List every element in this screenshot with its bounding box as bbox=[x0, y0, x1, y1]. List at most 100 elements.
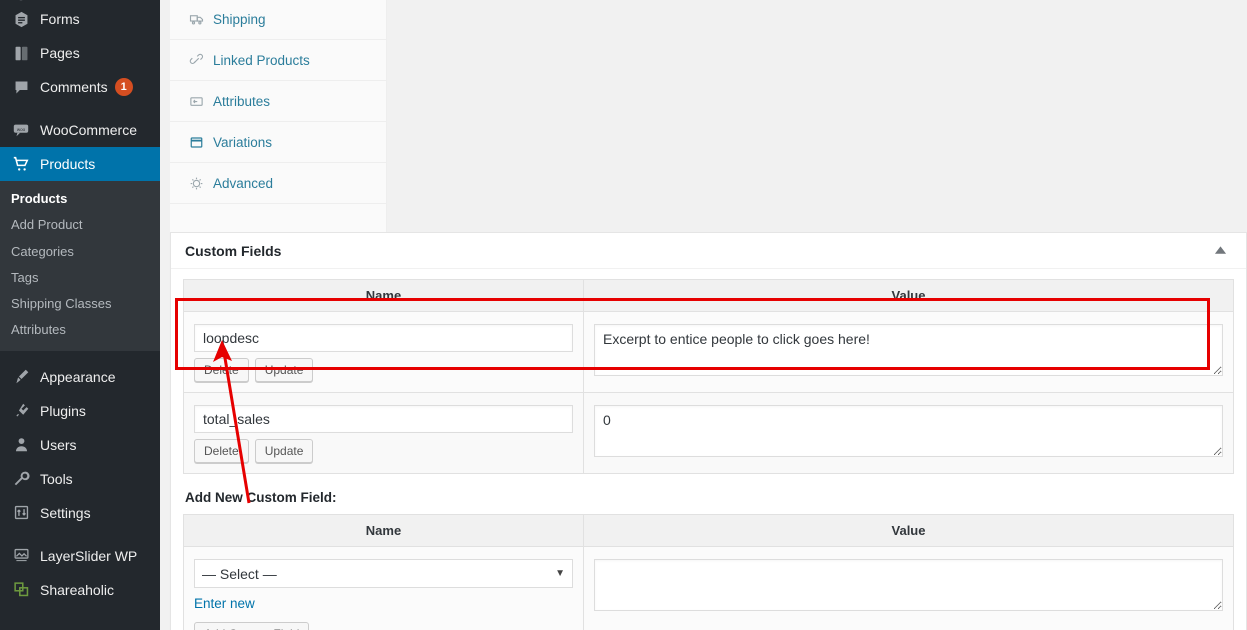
sidebar-item-label: Appearance bbox=[40, 368, 116, 385]
sidebar-subitem-products[interactable]: Products bbox=[0, 186, 160, 212]
add-new-table-body: — Select — ▼ Enter new Add Custom Field bbox=[183, 546, 1234, 630]
sidebar-item-label: Shareaholic bbox=[40, 581, 114, 598]
sidebar-item-users[interactable]: Users bbox=[0, 428, 160, 462]
product-tab-label: Linked Products bbox=[213, 52, 310, 68]
main-content: Shipping Linked Products Attributes Vari… bbox=[160, 0, 1247, 630]
sidebar-item-forms[interactable]: Forms bbox=[0, 2, 160, 36]
product-tab-linked-products[interactable]: Linked Products bbox=[170, 40, 386, 81]
table-row: Delete Update 0 bbox=[183, 392, 1234, 474]
product-tab-label: Advanced bbox=[213, 175, 274, 191]
users-icon bbox=[11, 435, 31, 455]
custom-fields-panel-header: Custom Fields bbox=[171, 233, 1246, 269]
sidebar-item-plugins[interactable]: Plugins bbox=[0, 394, 160, 428]
custom-fields-panel: Custom Fields Name Value loopdesc Delete… bbox=[170, 232, 1247, 630]
enter-new-link[interactable]: Enter new bbox=[194, 596, 255, 611]
forms-icon bbox=[11, 9, 31, 29]
row-actions: Delete Update bbox=[194, 439, 573, 463]
sidebar-subitem-attributes[interactable]: Attributes bbox=[0, 317, 160, 343]
sidebar-subitem-categories[interactable]: Categories bbox=[0, 239, 160, 265]
comments-icon bbox=[11, 77, 31, 97]
product-tab-label: Variations bbox=[213, 134, 273, 150]
custom-field-value-cell: Excerpt to entice people to click goes h… bbox=[583, 311, 1234, 393]
settings-icon bbox=[11, 503, 31, 523]
column-header-value: Value bbox=[583, 514, 1234, 547]
plugins-icon bbox=[11, 401, 31, 421]
product-tab-advanced[interactable]: Advanced bbox=[170, 163, 386, 204]
woocommerce-icon: woo bbox=[11, 120, 31, 140]
product-tab-variations[interactable]: Variations bbox=[170, 122, 386, 163]
pages-icon bbox=[11, 43, 31, 63]
add-new-custom-field-table: Name Value — Select — ▼ Enter new bbox=[183, 514, 1234, 630]
product-tab-label: Attributes bbox=[213, 93, 271, 109]
admin-sidebar: Media Forms Pages Comments 1 bbox=[0, 0, 168, 630]
panel-title: Custom Fields bbox=[185, 242, 282, 259]
add-custom-field-button[interactable]: Add Custom Field bbox=[194, 622, 310, 630]
delete-button[interactable]: Delete bbox=[194, 439, 249, 463]
sidebar-item-woocommerce[interactable]: woo WooCommerce bbox=[0, 113, 160, 147]
sidebar-item-label: Forms bbox=[40, 11, 80, 27]
custom-fields-table-body: Delete Update Excerpt to entice people t… bbox=[183, 311, 1234, 474]
sidebar-item-tools[interactable]: Tools bbox=[0, 462, 160, 496]
products-icon bbox=[11, 154, 31, 174]
shareaholic-icon bbox=[11, 580, 31, 600]
variations-icon bbox=[188, 134, 204, 150]
product-tab-attributes[interactable]: Attributes bbox=[170, 81, 386, 122]
custom-field-name-cell: Delete Update bbox=[183, 311, 584, 393]
update-button[interactable]: Update bbox=[254, 358, 314, 382]
attributes-icon bbox=[188, 93, 204, 109]
sidebar-item-label: Users bbox=[40, 436, 77, 453]
custom-fields-table: Name Value Delete Update bbox=[183, 279, 1234, 474]
sidebar-item-label: Pages bbox=[40, 45, 80, 61]
column-header-name: Name bbox=[183, 514, 584, 547]
layerslider-icon bbox=[11, 546, 31, 566]
sidebar-item-settings[interactable]: Settings bbox=[0, 496, 160, 530]
column-header-name: Name bbox=[183, 279, 584, 312]
products-submenu: Products Add Product Categories Tags Shi… bbox=[0, 181, 160, 351]
delete-button[interactable]: Delete bbox=[194, 358, 249, 382]
sidebar-item-label: Plugins bbox=[40, 402, 86, 419]
link-icon bbox=[188, 52, 204, 68]
new-field-value-textarea[interactable] bbox=[594, 559, 1223, 611]
sidebar-item-shareaholic[interactable]: Shareaholic bbox=[0, 573, 160, 607]
sidebar-item-appearance[interactable]: Appearance bbox=[0, 360, 160, 394]
sidebar-item-layerslider-wp[interactable]: LayerSlider WP bbox=[0, 539, 160, 573]
custom-fields-panel-body: Name Value Delete Update bbox=[171, 269, 1246, 630]
row-actions: Delete Update bbox=[194, 358, 573, 382]
table-row: — Select — ▼ Enter new Add Custom Field bbox=[183, 546, 1234, 630]
sidebar-item-pages[interactable]: Pages bbox=[0, 36, 160, 70]
custom-field-value-textarea[interactable]: Excerpt to entice people to click goes h… bbox=[594, 324, 1223, 376]
custom-field-name-cell: Delete Update bbox=[183, 392, 584, 474]
sidebar-item-products[interactable]: Products bbox=[0, 147, 168, 181]
add-new-custom-field-heading: Add New Custom Field: bbox=[185, 490, 337, 505]
new-field-name-select-wrapper: — Select — ▼ bbox=[194, 559, 573, 588]
product-data-tabs: Shipping Linked Products Attributes Vari… bbox=[170, 0, 387, 234]
chevron-up-icon[interactable] bbox=[1202, 233, 1238, 268]
sidebar-item-label: LayerSlider WP bbox=[40, 547, 138, 564]
sidebar-item-label: Products bbox=[40, 156, 96, 172]
custom-fields-table-head: Name Value bbox=[183, 279, 1234, 312]
update-button[interactable]: Update bbox=[254, 439, 314, 463]
sidebar-subitem-shipping-classes[interactable]: Shipping Classes bbox=[0, 291, 160, 317]
product-tabs-filler bbox=[170, 204, 386, 234]
sidebar-subitem-add-product[interactable]: Add Product bbox=[0, 212, 160, 238]
product-tab-label: Shipping bbox=[213, 11, 266, 27]
comments-count-badge: 1 bbox=[114, 78, 133, 96]
column-header-value: Value bbox=[583, 279, 1234, 312]
sidebar-subitem-tags[interactable]: Tags bbox=[0, 265, 160, 291]
sidebar-item-comments[interactable]: Comments 1 bbox=[0, 70, 160, 104]
add-new-table-head: Name Value bbox=[183, 514, 1234, 547]
tools-icon bbox=[11, 469, 31, 489]
sidebar-item-label: Comments bbox=[40, 79, 108, 95]
custom-field-name-input[interactable] bbox=[194, 324, 573, 352]
sidebar-separator bbox=[0, 530, 160, 539]
custom-field-name-input[interactable] bbox=[194, 405, 573, 433]
screen-root: Media Forms Pages Comments 1 bbox=[0, 0, 1247, 630]
product-tab-shipping[interactable]: Shipping bbox=[170, 0, 386, 40]
add-field-actions: Add Custom Field bbox=[194, 622, 573, 630]
new-field-name-select[interactable]: — Select — bbox=[194, 559, 573, 588]
gear-icon bbox=[188, 175, 204, 191]
custom-field-value-textarea[interactable]: 0 bbox=[594, 405, 1223, 457]
appearance-icon bbox=[11, 367, 31, 387]
svg-text:woo: woo bbox=[17, 127, 26, 132]
sidebar-separator bbox=[0, 351, 160, 360]
